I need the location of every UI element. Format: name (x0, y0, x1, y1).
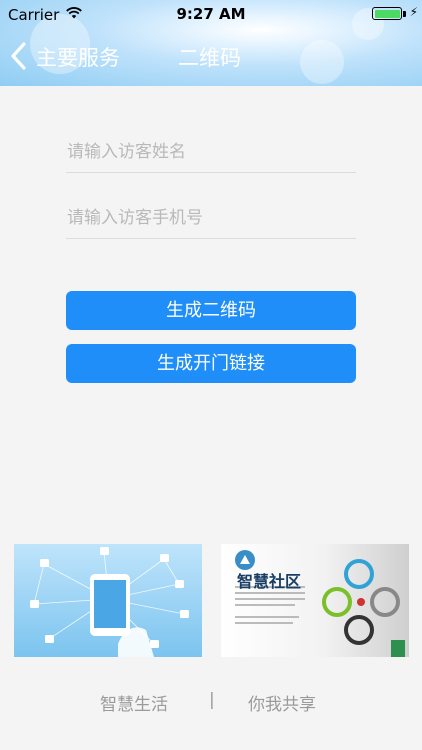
header: Carrier 9:27 AM ⚡ 主要服务 二维码 (0, 0, 422, 86)
visitor-name-field[interactable] (66, 132, 357, 173)
footer-right-text: 你我共享 (248, 695, 316, 715)
visitor-phone-field[interactable] (66, 198, 357, 239)
smart-life-banner[interactable] (14, 544, 202, 657)
smart-community-banner[interactable]: 智慧社区 (221, 544, 409, 657)
footer-left-text: 智慧生活 (100, 695, 168, 715)
back-chevron-icon[interactable] (8, 41, 30, 71)
generate-qr-button[interactable]: 生成二维码 (66, 291, 356, 330)
visitor-phone-input[interactable] (66, 198, 357, 238)
charging-icon: ⚡ (409, 5, 418, 19)
community-illustration (235, 550, 405, 657)
page-title: 二维码 (178, 46, 241, 70)
navigation-bar: 主要服务 二维码 (0, 36, 422, 78)
status-bar: Carrier 9:27 AM ⚡ (0, 0, 422, 30)
network-phone-illustration (30, 547, 189, 657)
battery-cap (403, 11, 406, 17)
visitor-name-input[interactable] (66, 132, 357, 172)
footer-divider: | (209, 690, 215, 710)
footer: 智慧生活 | 你我共享 (0, 690, 422, 720)
battery-icon (372, 7, 402, 20)
community-banner-title: 智慧社区 (237, 572, 302, 591)
generate-door-link-button[interactable]: 生成开门链接 (66, 344, 356, 383)
status-time: 9:27 AM (176, 5, 246, 23)
back-button[interactable]: 主要服务 (36, 42, 120, 72)
